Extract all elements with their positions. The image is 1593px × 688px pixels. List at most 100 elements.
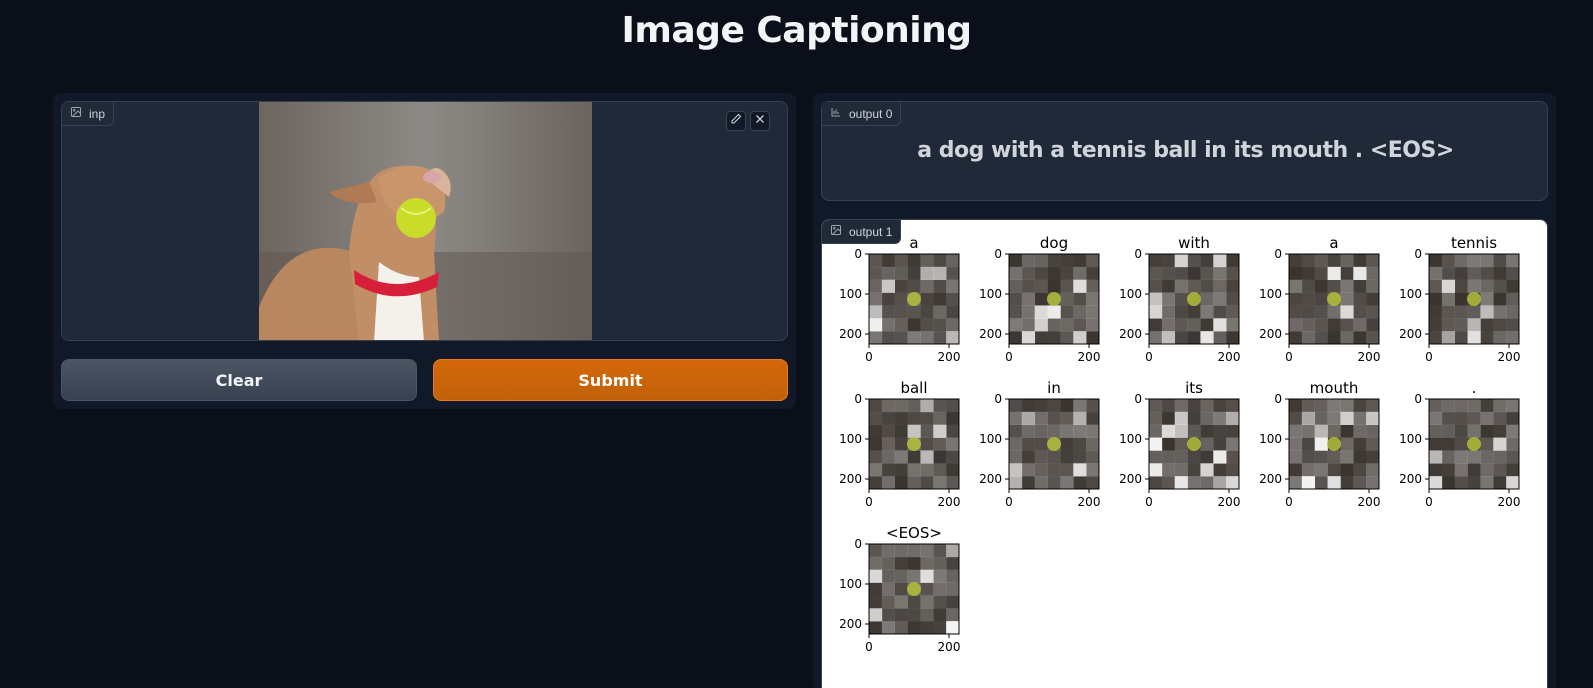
heatmap-cell — [1327, 254, 1341, 268]
heatmap-cell — [1353, 399, 1367, 413]
heatmap-cell — [1187, 254, 1201, 268]
heatmap-cell — [869, 305, 883, 319]
heatmap-cell — [1506, 411, 1520, 426]
heatmap-cell — [1187, 476, 1201, 490]
caption-text: a dog with a tennis ball in its mouth . … — [917, 138, 1454, 163]
close-icon — [754, 112, 766, 130]
heatmap-cell — [894, 556, 908, 571]
heatmap-cell — [1441, 424, 1456, 438]
heatmap-cell — [1454, 424, 1468, 438]
image-input[interactable]: inp — [61, 101, 788, 341]
heatmap-cell — [907, 463, 921, 477]
heatmap-cell — [1467, 331, 1481, 345]
heatmap-cell — [1086, 305, 1100, 319]
heatmap-cell — [1441, 292, 1456, 306]
clear-button[interactable]: Clear — [61, 359, 417, 401]
heatmap-cell — [1429, 411, 1443, 426]
x-tick-label: 0 — [865, 350, 873, 364]
heatmap-cell — [1213, 476, 1227, 490]
heatmap-cell — [1301, 411, 1316, 426]
heatmap-cell — [1441, 437, 1456, 451]
heatmap-cell — [1441, 254, 1456, 268]
heatmap-cell — [920, 463, 934, 477]
heatmap-cell — [1493, 331, 1507, 345]
page-title: Image Captioning — [621, 10, 972, 51]
heatmap-cell — [1353, 279, 1367, 293]
heatmap-cell — [1429, 266, 1443, 281]
heatmap-cell — [1073, 266, 1087, 281]
heatmap-cell — [1047, 254, 1061, 268]
heatmap-cell — [1289, 305, 1303, 319]
heatmap-cell — [1200, 318, 1213, 331]
y-tick-label: 200 — [839, 472, 862, 486]
heatmap-cell — [946, 544, 960, 558]
x-tick-label: 200 — [1498, 350, 1521, 364]
attention-map: .01002000 200 — [1399, 379, 1520, 509]
heatmap-cell — [1301, 305, 1316, 319]
attention-word: ball — [900, 379, 927, 397]
heatmap-cell — [894, 582, 908, 596]
heatmap-cell — [1366, 331, 1380, 345]
heatmap-cell — [1301, 331, 1316, 345]
y-tick-label: 0 — [994, 247, 1002, 261]
edit-button[interactable] — [726, 111, 746, 131]
heatmap-cell — [881, 305, 896, 319]
heatmap-cell — [1187, 411, 1201, 426]
heatmap-cell — [1467, 463, 1481, 477]
heatmap-cell — [1506, 280, 1519, 293]
y-tick-label: 200 — [979, 327, 1002, 341]
heatmap-cell — [946, 412, 959, 425]
heatmap-cell — [1200, 279, 1214, 293]
heatmap-cell — [1073, 399, 1087, 413]
heatmap-cell — [933, 254, 947, 268]
heatmap-cell — [894, 544, 908, 558]
heatmap-cell — [1467, 305, 1481, 319]
heatmap-cell — [920, 476, 934, 490]
heatmap-cell — [1034, 411, 1048, 426]
x-tick-label: 0 — [1285, 350, 1293, 364]
heatmap-cell — [1149, 450, 1163, 464]
heatmap-cell — [907, 476, 921, 490]
heatmap-cell — [920, 266, 934, 281]
heatmap-cell — [1009, 331, 1022, 344]
heatmap-cell — [1021, 437, 1036, 451]
heatmap-cell — [920, 608, 934, 622]
heatmap-cell — [1021, 411, 1036, 426]
heatmap-cell — [894, 437, 908, 451]
heatmap-cell — [894, 254, 908, 268]
heatmap-cell — [920, 582, 934, 596]
heatmap-cell — [869, 476, 883, 490]
heatmap-cell — [1353, 476, 1367, 490]
heatmap-cell — [1021, 292, 1036, 306]
heatmap-cell — [1149, 424, 1163, 438]
heatmap-cell — [946, 569, 960, 583]
clear-image-button[interactable] — [750, 111, 770, 131]
heatmap-cell — [1161, 266, 1176, 281]
heatmap-cell — [1009, 266, 1023, 281]
heatmap-cell — [881, 463, 896, 477]
heatmap-cell — [1060, 305, 1074, 319]
heatmap-cell — [1213, 318, 1227, 332]
heatmap-cell — [1454, 279, 1468, 293]
heatmap-cell — [1289, 331, 1303, 345]
x-tick-label: 0 — [1425, 350, 1433, 364]
heatmap-cell — [869, 292, 883, 306]
ball-mark — [1327, 292, 1341, 306]
submit-button[interactable]: Submit — [433, 359, 788, 401]
heatmap-cell — [1009, 305, 1023, 319]
y-tick-label: 0 — [1414, 247, 1422, 261]
heatmap-cell — [933, 556, 947, 571]
y-tick-label: 200 — [1399, 327, 1422, 341]
heatmap-cell — [946, 424, 960, 438]
y-tick-label: 100 — [1259, 432, 1282, 446]
heatmap-cell — [1060, 437, 1074, 451]
heatmap-cell — [881, 437, 896, 451]
heatmap-cell — [933, 608, 947, 622]
heatmap-cell — [1174, 254, 1188, 268]
heatmap-cell — [920, 437, 934, 451]
heatmap-cell — [946, 305, 960, 319]
attention-map: a01002000 200 — [839, 234, 960, 364]
input-label: inp — [62, 102, 115, 126]
attention-word: a — [909, 234, 918, 252]
heatmap-cell — [1340, 399, 1354, 413]
